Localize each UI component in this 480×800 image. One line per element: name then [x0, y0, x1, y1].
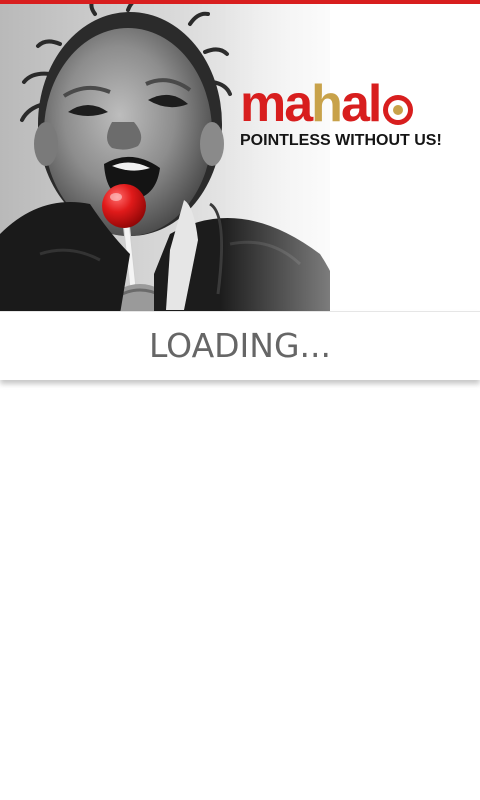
- hero-photo: [0, 4, 480, 311]
- brand-logo: mahal POINTLESS WITHOUT US!: [240, 78, 454, 150]
- splash-screen: mahal POINTLESS WITHOUT US! LOADING...: [0, 0, 480, 800]
- logo-letter: m: [240, 75, 286, 133]
- logo-letter: a: [340, 75, 370, 133]
- logo-letter: a: [284, 75, 313, 133]
- logo-tagline: POINTLESS WITHOUT US!: [240, 132, 442, 149]
- loading-panel: LOADING...: [0, 311, 480, 380]
- hero-banner: mahal POINTLESS WITHOUT US!: [0, 4, 480, 311]
- loading-label: LOADING...: [148, 325, 332, 365]
- logo-letter: h: [311, 75, 343, 133]
- logo-letter: l: [367, 75, 383, 133]
- target-icon: [383, 95, 414, 125]
- logo-wordmark: mahal: [240, 78, 454, 130]
